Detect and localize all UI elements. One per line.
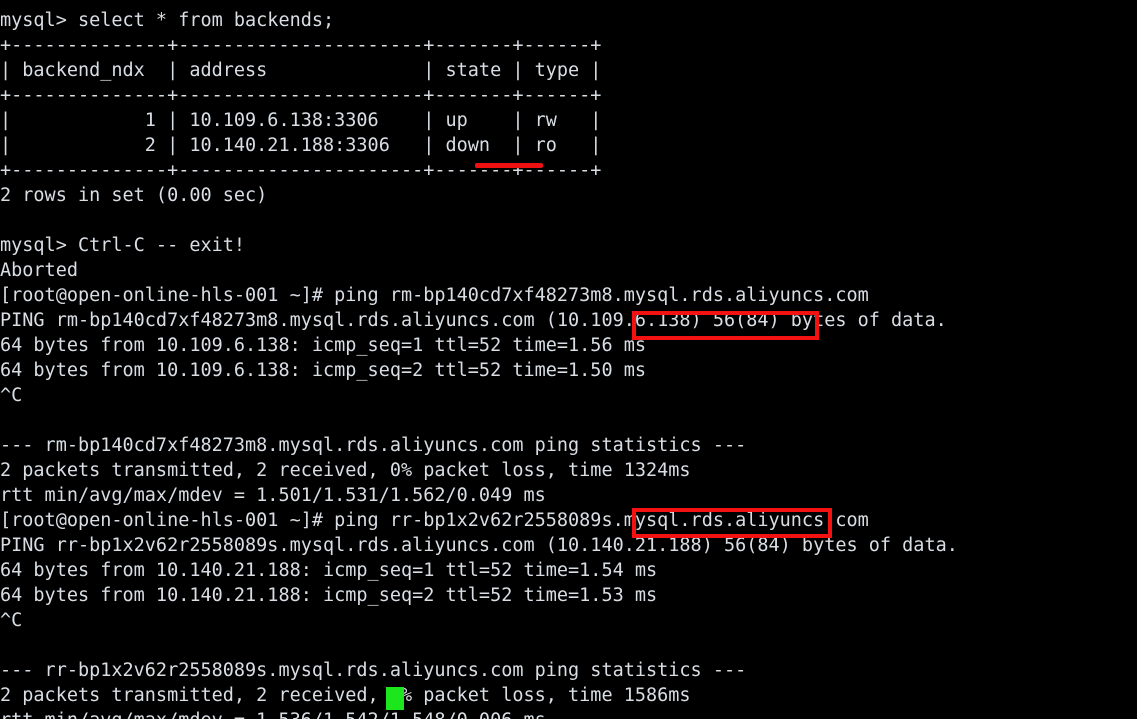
ping-master-header-line: PING rm-bp140cd7xf48273m8.mysql.rds.aliy… bbox=[0, 310, 947, 331]
mysql-query-line: mysql> select * from backends; bbox=[0, 10, 335, 31]
mysql-result-summary: 2 rows in set (0.00 sec) bbox=[0, 185, 268, 206]
ping-slave-stats-header: --- rr-bp1x2v62r2558089s.mysql.rds.aliyu… bbox=[0, 660, 747, 681]
mysql-exit-line: mysql> Ctrl-C -- exit! bbox=[0, 235, 246, 256]
ping-slave-interrupt: ^C bbox=[0, 610, 23, 631]
ping-master-command-line: [root@open-online-hls-001 ~]# ping rm-bp… bbox=[0, 285, 869, 306]
terminal-screen: mysql> select * from backends; +--------… bbox=[0, 8, 1137, 719]
ping-master-stats-header: --- rm-bp140cd7xf48273m8.mysql.rds.aliyu… bbox=[0, 435, 747, 456]
ping-slave-stats-rtt: rtt min/avg/max/mdev = 1.536/1.542/1.548… bbox=[0, 708, 1137, 719]
ping-master-stats-packets: 2 packets transmitted, 2 received, 0% pa… bbox=[0, 460, 691, 481]
table-border-bottom: +--------------+----------------------+-… bbox=[0, 160, 602, 181]
ping-slave-stats-packets: 2 packets transmitted, 2 received, 0% pa… bbox=[0, 685, 691, 706]
table-row: | 2 | 10.140.21.188:3306 | down | ro | bbox=[0, 135, 602, 156]
ping-master-reply: 64 bytes from 10.109.6.138: icmp_seq=2 t… bbox=[0, 360, 647, 381]
table-row: | 1 | 10.109.6.138:3306 | up | rw | bbox=[0, 110, 602, 131]
ping-master-reply: 64 bytes from 10.109.6.138: icmp_seq=1 t… bbox=[0, 335, 647, 356]
terminal-window[interactable]: mysql> select * from backends; +--------… bbox=[0, 0, 1137, 719]
table-header-row: | backend_ndx | address | state | type | bbox=[0, 60, 602, 81]
ping-slave-header-line: PING rr-bp1x2v62r2558089s.mysql.rds.aliy… bbox=[0, 535, 958, 556]
mysql-aborted-line: Aborted bbox=[0, 260, 78, 281]
ping-master-stats-rtt: rtt min/avg/max/mdev = 1.501/1.531/1.562… bbox=[0, 485, 546, 506]
ping-master-interrupt: ^C bbox=[0, 385, 23, 406]
ping-slave-command-line: [root@open-online-hls-001 ~]# ping rr-bp… bbox=[0, 510, 869, 531]
ping-slave-reply: 64 bytes from 10.140.21.188: icmp_seq=1 … bbox=[0, 560, 658, 581]
ping-slave-reply: 64 bytes from 10.140.21.188: icmp_seq=2 … bbox=[0, 585, 658, 606]
table-border-top: +--------------+----------------------+-… bbox=[0, 35, 602, 56]
table-border-mid: +--------------+----------------------+-… bbox=[0, 85, 602, 106]
